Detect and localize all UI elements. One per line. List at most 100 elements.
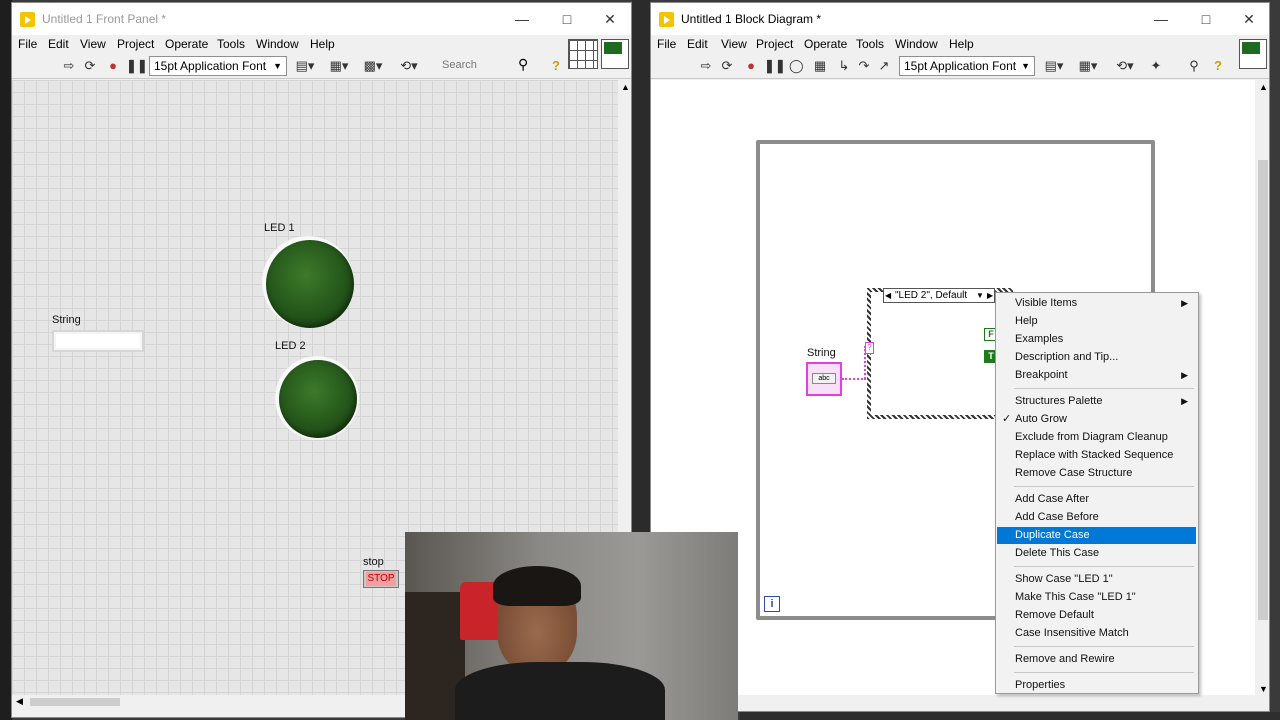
clean-up-diagram-icon[interactable]: ✦ [1145, 57, 1167, 75]
menu-item-add-case-after[interactable]: Add Case After [997, 491, 1196, 508]
pause-icon[interactable]: ❚❚ [126, 57, 148, 75]
minimize-icon[interactable]: — [507, 9, 537, 29]
step-out-icon[interactable]: ↗ [875, 57, 893, 75]
case-dropdown-icon[interactable]: ▼ [976, 289, 984, 302]
context-help-icon[interactable]: ? [549, 57, 563, 75]
case-next-icon[interactable]: ▶ [987, 289, 993, 302]
menu-item-remove-and-rewire[interactable]: Remove and Rewire [997, 651, 1196, 668]
align-objects-icon[interactable]: ▤▾ [292, 57, 318, 75]
menu-item-remove-case-structure[interactable]: Remove Case Structure [997, 465, 1196, 482]
led2-indicator[interactable] [275, 356, 359, 440]
string-control[interactable] [52, 330, 144, 352]
maximize-icon[interactable]: □ [552, 9, 582, 29]
maximize-icon[interactable]: □ [1191, 9, 1221, 29]
stop-button[interactable]: STOP [363, 570, 399, 588]
run-continuously-icon[interactable]: ⟳ [82, 57, 98, 75]
distribute-objects-icon[interactable]: ▦▾ [326, 57, 352, 75]
menu-item-visible-items[interactable]: Visible Items ▶ [997, 295, 1196, 312]
menu-item-replace-with-stacked-sequence[interactable]: Replace with Stacked Sequence [997, 447, 1196, 464]
string-wire[interactable] [842, 378, 866, 380]
menu-project[interactable]: Project [756, 37, 793, 51]
menu-item-show-case-led-1[interactable]: Show Case "LED 1" [997, 571, 1196, 588]
highlight-execution-icon[interactable]: ◯ [789, 57, 804, 75]
menu-item-auto-grow[interactable]: Auto Grow ✓ [997, 411, 1196, 428]
menu-operate[interactable]: Operate [804, 37, 847, 51]
minimize-icon[interactable]: — [1146, 9, 1176, 29]
scroll-down-icon[interactable]: ▼ [1259, 684, 1268, 694]
menu-item-case-insensitive-match[interactable]: Case Insensitive Match [997, 625, 1196, 642]
scroll-up-icon[interactable]: ▲ [621, 82, 630, 92]
run-arrow-icon[interactable]: ⇨ [62, 57, 76, 75]
iteration-terminal[interactable]: i [764, 596, 780, 612]
search-icon[interactable]: ⚲ [518, 56, 528, 73]
menu-help[interactable]: Help [949, 37, 974, 51]
iteration-terminal-text: i [770, 598, 774, 610]
retain-wire-values-icon[interactable]: ▦ [811, 57, 829, 75]
close-icon[interactable]: ✕ [595, 9, 625, 29]
menu-item-description-and-tip[interactable]: Description and Tip... [997, 349, 1196, 366]
menu-edit[interactable]: Edit [48, 37, 69, 51]
case-selector[interactable]: ◀ "LED 2", Default ▼ ▶ [883, 288, 995, 303]
menu-operate[interactable]: Operate [165, 37, 208, 51]
context-help-icon[interactable]: ? [1211, 57, 1225, 75]
block-diagram-titlebar[interactable]: Untitled 1 Block Diagram * — □ ✕ [651, 3, 1269, 35]
menu-item-remove-default[interactable]: Remove Default [997, 607, 1196, 624]
menu-item-examples[interactable]: Examples [997, 331, 1196, 348]
reorder-icon[interactable]: ⟲▾ [1111, 57, 1139, 75]
menu-file[interactable]: File [18, 37, 37, 51]
menu-item-delete-this-case[interactable]: Delete This Case [997, 545, 1196, 562]
scroll-up-icon[interactable]: ▲ [1259, 82, 1268, 92]
menu-file[interactable]: File [657, 37, 676, 51]
abort-icon[interactable]: ● [106, 57, 120, 75]
font-select[interactable]: 15pt Application Font ▼ [149, 56, 287, 76]
menu-view[interactable]: View [80, 37, 106, 51]
menu-item-structures-palette[interactable]: Structures Palette ▶ [997, 393, 1196, 410]
menu-window[interactable]: Window [256, 37, 299, 51]
pause-icon[interactable]: ❚❚ [764, 57, 786, 75]
menu-item-exclude-from-diagram-cleanup[interactable]: Exclude from Diagram Cleanup [997, 429, 1196, 446]
abort-icon[interactable]: ● [744, 57, 758, 75]
stop-button-text: STOP [366, 572, 396, 586]
run-continuously-icon[interactable]: ⟳ [719, 57, 735, 75]
menu-help[interactable]: Help [310, 37, 335, 51]
align-objects-icon[interactable]: ▤▾ [1041, 57, 1067, 75]
reorder-icon[interactable]: ⟲▾ [395, 57, 423, 75]
scroll-thumb[interactable] [1258, 160, 1268, 620]
font-select[interactable]: 15pt Application Font ▼ [899, 56, 1035, 76]
close-icon[interactable]: ✕ [1234, 9, 1264, 29]
block-diagram-vertical-scrollbar[interactable]: ▲ ▼ [1255, 80, 1269, 700]
connector-pane[interactable] [568, 39, 598, 69]
case-prev-icon[interactable]: ◀ [885, 289, 891, 302]
menu-item-properties[interactable]: Properties [997, 677, 1196, 694]
menu-item-breakpoint[interactable]: Breakpoint ▶ [997, 367, 1196, 384]
menu-edit[interactable]: Edit [687, 37, 708, 51]
vi-icon[interactable] [1239, 39, 1267, 69]
menu-tools[interactable]: Tools [217, 37, 245, 51]
distribute-objects-icon[interactable]: ▦▾ [1075, 57, 1101, 75]
case-selector-terminal[interactable]: ? [865, 342, 874, 354]
menu-separator [1014, 388, 1194, 389]
menu-tools[interactable]: Tools [856, 37, 884, 51]
scroll-thumb[interactable] [30, 698, 120, 706]
run-arrow-icon[interactable]: ⇨ [699, 57, 713, 75]
menu-item-label: Add Case After [1015, 493, 1089, 505]
led1-indicator[interactable] [262, 236, 354, 328]
search-icon[interactable]: ⚲ [1185, 57, 1203, 75]
search-box[interactable]: Search ⚲ [430, 56, 542, 75]
search-input[interactable]: Search [442, 59, 477, 71]
menu-window[interactable]: Window [895, 37, 938, 51]
menu-item-help[interactable]: Help [997, 313, 1196, 330]
menu-view[interactable]: View [721, 37, 747, 51]
menu-item-make-this-case-led-1[interactable]: Make This Case "LED 1" [997, 589, 1196, 606]
step-over-icon[interactable]: ↷ [855, 57, 873, 75]
scroll-left-icon[interactable]: ◀ [16, 696, 23, 707]
vi-icon[interactable] [601, 39, 629, 69]
front-panel-titlebar[interactable]: Untitled 1 Front Panel * — □ ✕ [12, 3, 631, 35]
string-terminal[interactable]: abc [806, 362, 842, 396]
menu-item-add-case-before[interactable]: Add Case Before [997, 509, 1196, 526]
step-into-icon[interactable]: ↳ [835, 57, 853, 75]
menu-item-duplicate-case[interactable]: Duplicate Case [997, 527, 1196, 544]
string-control-label: String [52, 314, 81, 326]
resize-objects-icon[interactable]: ▩▾ [360, 57, 386, 75]
menu-project[interactable]: Project [117, 37, 154, 51]
